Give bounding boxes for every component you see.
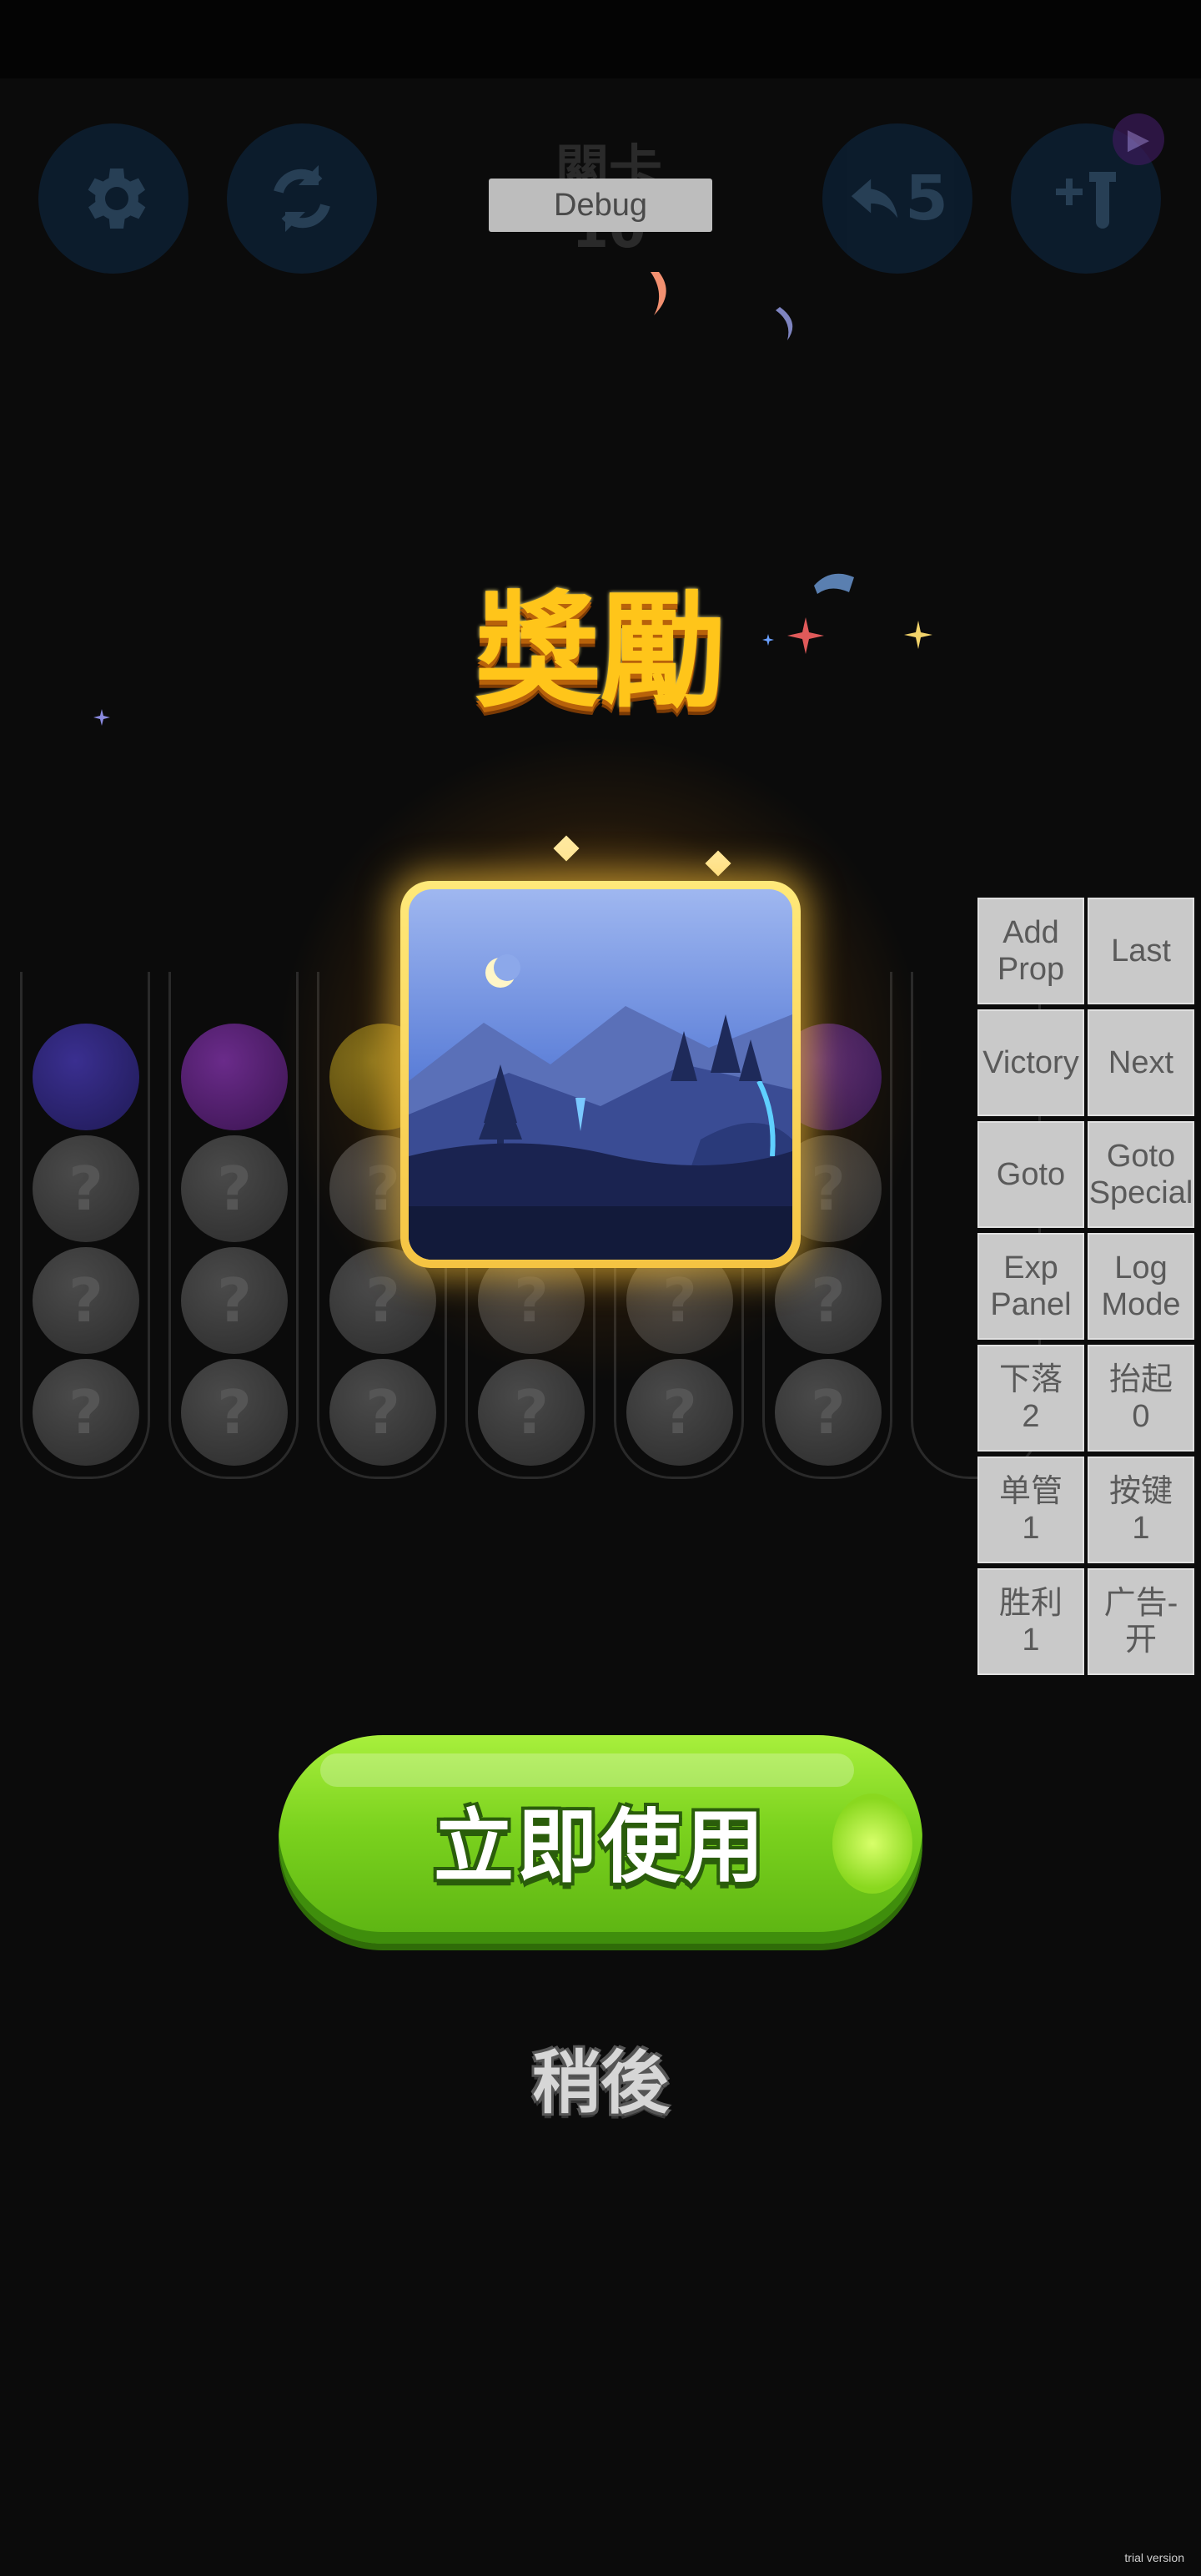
use-now-button[interactable]: 立即使用 [279,1735,922,1944]
hidden-ball: ? [181,1359,288,1466]
confetti-piece [651,272,666,315]
reward-image [409,889,792,1260]
confetti-piece [776,307,793,340]
single-tube-button[interactable]: 单管 1 [977,1457,1084,1563]
reward-card [400,881,801,1268]
gear-icon [88,169,146,229]
hidden-ball: ? [329,1359,436,1466]
victory-button[interactable]: Victory [977,1009,1084,1116]
undo-count: 5 [905,163,948,234]
ad-play-icon[interactable]: ▶ [1113,113,1164,165]
ball-navy [33,1024,139,1130]
watermark: trial version [1124,2551,1184,2564]
sparkle-icon [904,621,932,649]
status-bar [0,0,1201,78]
ball-purple [181,1024,288,1130]
hidden-ball: ? [181,1135,288,1242]
use-now-label: 立即使用 [434,1799,767,1894]
later-button[interactable]: 稍後 [475,2027,726,2126]
add-prop-button[interactable]: Add Prop [977,898,1084,1004]
sparkle-icon [93,709,110,726]
confetti-piece [814,573,854,594]
lift-button[interactable]: 抬起 0 [1088,1345,1194,1452]
key-button[interactable]: 按键 1 [1088,1457,1194,1563]
hidden-ball: ? [33,1247,139,1354]
debug-button[interactable]: Debug [489,179,712,232]
hidden-ball: ? [775,1359,882,1466]
win-button[interactable]: 胜利 1 [977,1568,1084,1675]
hidden-ball: ? [181,1247,288,1354]
last-button[interactable]: Last [1088,898,1194,1004]
goto-button[interactable]: Goto [977,1121,1084,1228]
next-button[interactable]: Next [1088,1009,1194,1116]
add-tube-icon [1056,172,1116,229]
reward-title: 獎勵 [475,580,726,725]
goto-special-button[interactable]: Goto Special [1088,1121,1194,1228]
settings-button[interactable] [38,123,188,274]
restart-icon [274,165,330,232]
undo-button[interactable]: 5 [822,123,972,274]
undo-icon [852,179,898,219]
ad-toggle-button[interactable]: 广告-开 [1088,1568,1194,1675]
hidden-ball: ? [33,1135,139,1242]
tube[interactable]: ? ? ? [20,972,150,1479]
hidden-ball: ? [33,1359,139,1466]
exp-panel-button[interactable]: Exp Panel [977,1233,1084,1340]
button-gloss [832,1794,912,1894]
drop-button[interactable]: 下落 2 [977,1345,1084,1452]
restart-button[interactable] [227,123,377,274]
sparkle-icon [553,835,580,862]
sparkle-icon [705,850,731,877]
log-mode-button[interactable]: Log Mode [1088,1233,1194,1340]
